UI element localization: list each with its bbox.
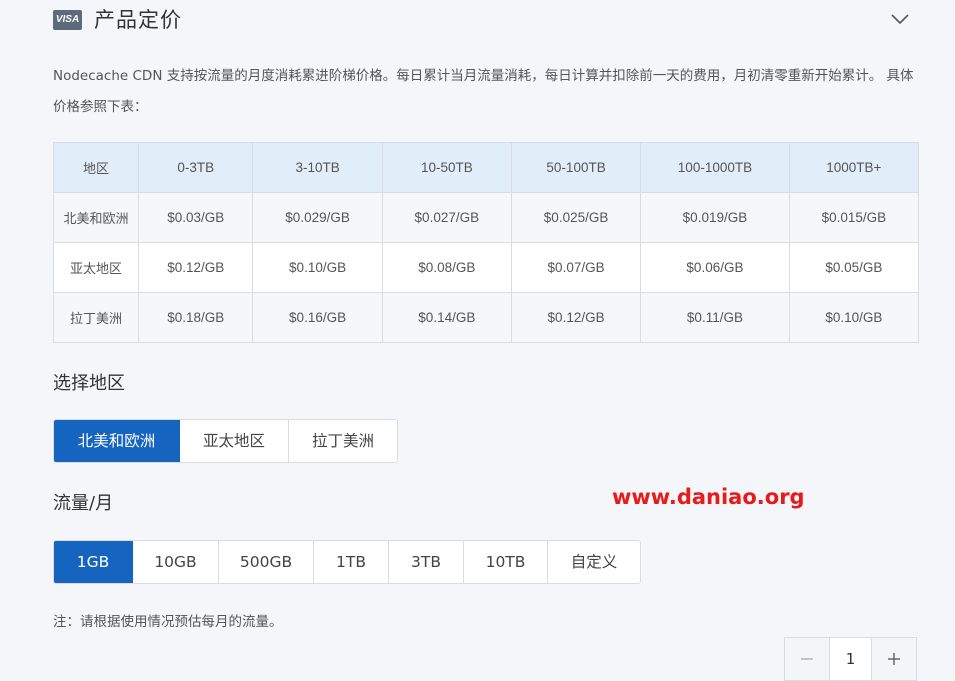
- region-option-latam[interactable]: 拉丁美洲: [289, 420, 397, 462]
- table-cell-price: $0.07/GB: [510, 242, 642, 293]
- pricing-description: Nodecache CDN 支持按流量的月度消耗累进阶梯价格。每日累计当月流量消…: [53, 68, 914, 115]
- table-header-row: 地区 0-3TB 3-10TB 10-50TB 50-100TB 100-100…: [53, 142, 920, 193]
- table-cell-region: 拉丁美洲: [53, 292, 139, 343]
- table-header-cell: 1000TB+: [788, 142, 920, 193]
- table-cell-price: $0.027/GB: [381, 192, 512, 243]
- table-header-cell: 100-1000TB: [640, 142, 790, 193]
- traffic-option-10tb[interactable]: 10TB: [464, 541, 548, 583]
- table-cell-price: $0.12/GB: [137, 242, 254, 293]
- decrement-button[interactable]: [785, 638, 829, 680]
- table-header-cell: 3-10TB: [252, 142, 383, 193]
- table-cell-price: $0.019/GB: [640, 192, 790, 243]
- table-cell-price: $0.08/GB: [381, 242, 512, 293]
- table-cell-price: $0.12/GB: [510, 292, 642, 343]
- table-row: 拉丁美洲 $0.18/GB $0.16/GB $0.14/GB $0.12/GB…: [53, 292, 920, 343]
- watermark: www.daniao.org: [612, 485, 805, 509]
- section-title: 产品定价: [94, 8, 182, 32]
- table-header-cell: 10-50TB: [381, 142, 512, 193]
- table-cell-price: $0.025/GB: [510, 192, 642, 243]
- section-header[interactable]: VISA 产品定价: [53, 2, 919, 38]
- traffic-option-10gb[interactable]: 10GB: [133, 541, 219, 583]
- table-cell-price: $0.11/GB: [640, 292, 790, 343]
- traffic-selector: 1GB 10GB 500GB 1TB 3TB 10TB 自定义: [53, 540, 641, 584]
- table-cell-price: $0.03/GB: [137, 192, 254, 243]
- increment-button[interactable]: [872, 638, 916, 680]
- region-selector: 北美和欧洲 亚太地区 拉丁美洲: [53, 419, 398, 463]
- table-header-cell: 地区: [53, 142, 139, 193]
- plus-icon: [888, 653, 900, 665]
- table-cell-price: $0.10/GB: [252, 242, 383, 293]
- table-cell-price: $0.14/GB: [381, 292, 512, 343]
- traffic-selector-label: 流量/月: [53, 493, 114, 514]
- traffic-option-1tb[interactable]: 1TB: [314, 541, 389, 583]
- table-cell-price: $0.06/GB: [640, 242, 790, 293]
- table-cell-price: $0.16/GB: [252, 292, 383, 343]
- table-cell-price: $0.029/GB: [252, 192, 383, 243]
- pricing-table: 地区 0-3TB 3-10TB 10-50TB 50-100TB 100-100…: [53, 142, 920, 343]
- region-option-apac[interactable]: 亚太地区: [180, 420, 289, 462]
- table-row: 亚太地区 $0.12/GB $0.10/GB $0.08/GB $0.07/GB…: [53, 242, 920, 293]
- quantity-stepper: 1: [784, 637, 917, 681]
- table-header-cell: 50-100TB: [510, 142, 642, 193]
- table-row: 北美和欧洲 $0.03/GB $0.029/GB $0.027/GB $0.02…: [53, 192, 920, 243]
- traffic-option-1gb[interactable]: 1GB: [54, 541, 133, 583]
- minus-icon: [801, 658, 813, 660]
- table-cell-region: 亚太地区: [53, 242, 139, 293]
- table-cell-region: 北美和欧洲: [53, 192, 139, 243]
- table-cell-price: $0.015/GB: [788, 192, 920, 243]
- region-option-na-eu[interactable]: 北美和欧洲: [54, 420, 180, 462]
- chevron-down-icon[interactable]: [889, 8, 911, 30]
- traffic-option-3tb[interactable]: 3TB: [389, 541, 464, 583]
- table-cell-price: $0.05/GB: [788, 242, 920, 293]
- table-cell-price: $0.10/GB: [788, 292, 920, 343]
- visa-card-icon: VISA: [53, 10, 82, 30]
- table-header-cell: 0-3TB: [137, 142, 254, 193]
- quantity-input[interactable]: 1: [829, 638, 872, 680]
- table-cell-price: $0.18/GB: [137, 292, 254, 343]
- traffic-option-custom[interactable]: 自定义: [548, 541, 640, 583]
- traffic-option-500gb[interactable]: 500GB: [219, 541, 314, 583]
- region-selector-label: 选择地区: [53, 373, 125, 394]
- traffic-note: 注：请根据使用情况预估每月的流量。: [53, 614, 283, 630]
